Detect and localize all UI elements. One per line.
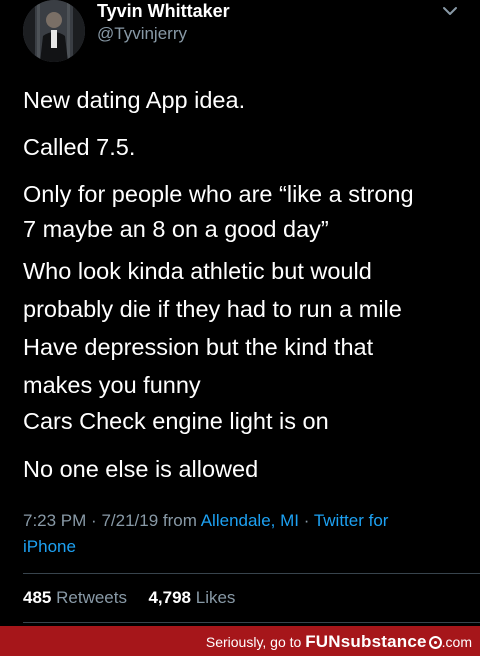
client-link-continued[interactable]: iPhone <box>23 537 76 556</box>
tweet-line: Called 7.5. <box>23 134 136 160</box>
tweet-line: Cars Check engine light is on <box>23 408 329 434</box>
tweet-line: Have depression but the kind that <box>23 334 374 360</box>
tweet-date: 7/21/19 <box>101 511 159 530</box>
footer-prefix: Seriously, go to <box>205 634 302 650</box>
footer-brand: FUNsubstance <box>305 632 427 651</box>
likes-count: 4,798 <box>148 588 191 607</box>
client-link[interactable]: Twitter for <box>314 511 389 530</box>
meta-separator: · <box>303 511 310 530</box>
chevron-down-icon[interactable] <box>441 4 459 18</box>
tweet-line: Who look kinda athletic but would <box>23 258 372 284</box>
from-label: from <box>162 511 197 530</box>
avatar[interactable] <box>23 0 85 62</box>
retweets-label: Retweets <box>56 588 127 607</box>
tweet-line: No one else is allowed <box>23 456 259 482</box>
author-name[interactable]: Tyvin Whittaker <box>97 1 230 22</box>
tweet-line: probably die if they had to run a mile <box>23 296 402 322</box>
author-handle[interactable]: @Tyvinjerry <box>97 24 187 44</box>
tweet-stats: 485 Retweets 4,798 Likes <box>23 588 235 608</box>
location-link[interactable]: Allendale, MI <box>201 511 299 530</box>
brand-dot-icon <box>428 636 442 649</box>
tweet-line: New dating App idea. <box>23 87 246 113</box>
profile-photo-icon <box>23 0 85 62</box>
tweet-time: 7:23 PM <box>23 511 87 530</box>
divider <box>23 573 480 574</box>
tweet-line: makes you funny <box>23 372 201 398</box>
divider <box>23 622 480 623</box>
meta-separator: · <box>91 511 97 530</box>
tweet-line: Only for people who are “like a strong <box>23 181 414 207</box>
retweets-stat[interactable]: 485 Retweets <box>23 588 132 607</box>
tweet-meta: 7:23 PM · 7/21/19 from Allendale, MI · T… <box>23 508 463 560</box>
tweet-line: 7 maybe an 8 on a good day” <box>23 216 329 242</box>
likes-stat[interactable]: 4,798 Likes <box>148 588 235 607</box>
footer-suffix: .com <box>441 634 472 650</box>
tweet-header: Tyvin Whittaker @Tyvinjerry <box>0 0 480 70</box>
watermark-footer: Seriously, go to FUNsubstance .com <box>0 626 480 656</box>
likes-label: Likes <box>195 588 236 607</box>
retweets-count: 485 <box>23 588 52 607</box>
